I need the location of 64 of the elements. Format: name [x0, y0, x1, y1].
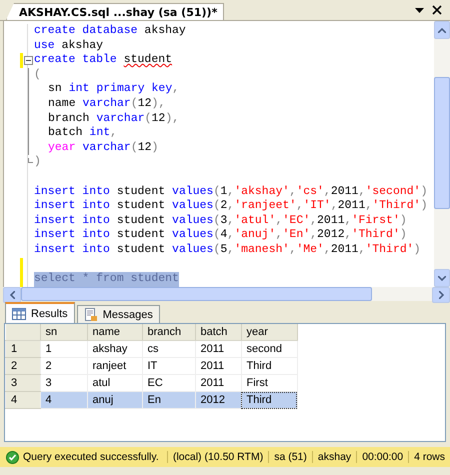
result-tab[interactable]: Messages [76, 305, 160, 323]
code-line: branch varchar(12), [48, 112, 180, 126]
scroll-thumb[interactable] [434, 77, 450, 209]
collapse-icon[interactable] [24, 56, 33, 66]
success-icon [6, 450, 19, 464]
status-message: Query executed successfully. [23, 451, 159, 463]
scroll-thumb[interactable] [21, 287, 372, 301]
grid-icon [12, 308, 26, 320]
table-cell[interactable]: second [241, 340, 297, 358]
code-line: sn int primary key, [48, 82, 180, 97]
table-cell[interactable]: 2012 [195, 392, 241, 408]
status-field: (local) (10.50 RTM) [166, 451, 268, 463]
table-cell[interactable]: En [142, 392, 195, 408]
scroll-left-icon[interactable] [10, 291, 14, 299]
column-header[interactable]: sn [40, 324, 87, 340]
table-cell[interactable]: akshay [87, 340, 142, 358]
table-cell[interactable]: Third [241, 358, 297, 374]
table-cell[interactable]: 2011 [195, 340, 241, 358]
dropdown-icon[interactable] [415, 8, 424, 12]
scroll-right-icon[interactable] [438, 291, 444, 299]
code-line: insert into student values(3,'atul','EC',2011,'First') [34, 214, 407, 228]
table-cell[interactable]: IT [142, 358, 195, 374]
code-line: create database akshay [34, 24, 186, 39]
code-line: ) [34, 155, 41, 170]
table-cell[interactable]: anuj [87, 392, 142, 408]
code-line: name varchar(12), [48, 96, 166, 112]
code-line: insert into student values(1,'akshay','cs',2011,'second') [34, 184, 428, 200]
code-line: use akshay [34, 38, 104, 54]
code-line: insert into student values(4,'anuj','En',2012,'Third') [34, 228, 407, 243]
code-line: insert into student values(5,'manesh','Me',2011,'Third') [34, 242, 421, 258]
table-cell[interactable]: 1 [40, 340, 87, 358]
horizontal-scrollbar[interactable] [3, 287, 450, 301]
code-line: ( [34, 68, 41, 82]
column-header[interactable]: branch [142, 324, 195, 340]
vertical-scrollbar[interactable] [434, 21, 450, 287]
status-field: akshay [312, 451, 356, 463]
code-line: insert into student values(2,'ranjeet','IT',2011,'Third') [34, 199, 428, 214]
status-field: 4 rows [408, 451, 450, 463]
scroll-up-icon[interactable] [438, 28, 446, 32]
column-header[interactable]: name [87, 324, 142, 340]
table-cell[interactable]: 2 [40, 358, 87, 374]
messages-icon [84, 308, 98, 322]
row-number[interactable]: 1 [6, 340, 40, 358]
table-cell[interactable]: ranjeet [87, 358, 142, 374]
column-header[interactable]: year [241, 324, 297, 340]
table-cell[interactable]: 2011 [195, 358, 241, 374]
result-tab[interactable]: Results [5, 302, 75, 323]
code-line: year varchar(12) [48, 140, 158, 156]
code-line: create table student [34, 53, 172, 68]
table-cell[interactable]: 4 [40, 392, 87, 408]
row-number[interactable]: 2 [6, 358, 40, 374]
scroll-down-icon[interactable] [438, 276, 446, 280]
row-number[interactable]: 4 [6, 392, 40, 408]
row-number[interactable]: 3 [6, 374, 40, 392]
status-field: sa (51) [268, 451, 312, 463]
code-line: select * from student [34, 272, 179, 287]
table-cell[interactable]: cs [142, 340, 195, 358]
corner-cell [6, 324, 40, 340]
code-line: batch int, [48, 126, 118, 141]
document-tab[interactable]: AKSHAY.CS.sql ...shay (sa (51))* [6, 3, 224, 20]
column-header[interactable]: batch [195, 324, 241, 340]
status-field: 00:00:00 [356, 451, 408, 463]
close-icon[interactable] [432, 5, 442, 15]
table-cell[interactable]: Third [241, 392, 297, 408]
